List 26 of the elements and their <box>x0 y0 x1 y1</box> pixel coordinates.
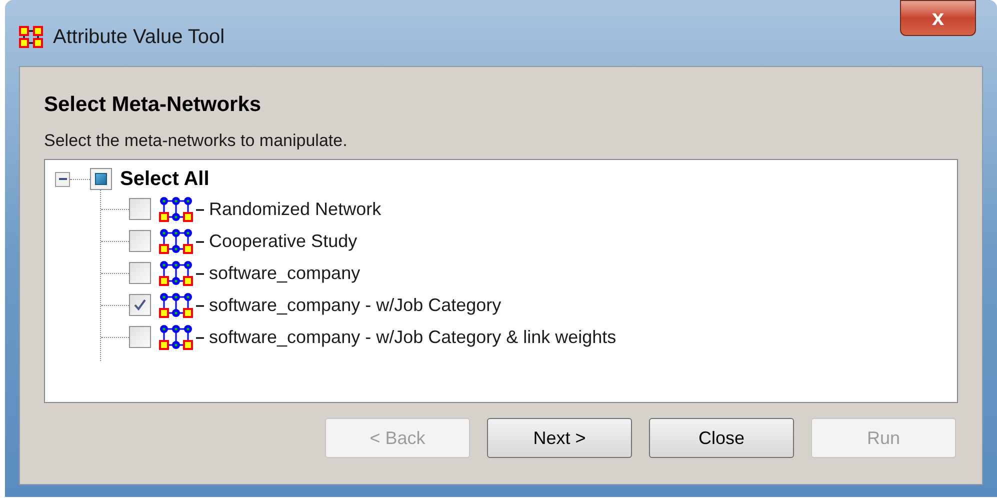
network-icon <box>159 260 207 286</box>
checkbox[interactable] <box>129 198 151 220</box>
window-title: Attribute Value Tool <box>53 25 225 50</box>
checkmark-icon <box>133 298 147 312</box>
network-icon <box>159 228 207 254</box>
tree-item[interactable]: software_company <box>209 260 360 286</box>
section-heading: Select Meta-Networks <box>44 92 262 118</box>
instruction-text: Select the meta-networks to manipulate. <box>44 130 348 152</box>
tree-item[interactable]: Select All <box>120 164 210 194</box>
network-icon <box>159 196 207 222</box>
checkbox[interactable] <box>129 262 151 284</box>
app-icon <box>19 26 43 48</box>
checkbox[interactable] <box>129 230 151 252</box>
dialog-button[interactable]: Next > <box>487 418 632 458</box>
checkbox[interactable] <box>129 326 151 348</box>
tree-item[interactable]: software_company - w/Job Category <box>209 292 502 318</box>
network-icon <box>159 292 207 318</box>
tree-item[interactable]: software_company - w/Job Category & link weights <box>209 324 616 350</box>
collapse-toggle[interactable] <box>55 172 70 186</box>
tree-item[interactable]: Cooperative Study <box>209 228 358 254</box>
dialog-button[interactable]: Close <box>649 418 794 458</box>
tree-item[interactable]: Randomized Network <box>209 196 382 222</box>
checkbox[interactable] <box>129 294 151 316</box>
checkbox[interactable] <box>90 168 112 190</box>
network-icon <box>159 324 207 350</box>
window-close-button[interactable]: x <box>900 0 976 36</box>
